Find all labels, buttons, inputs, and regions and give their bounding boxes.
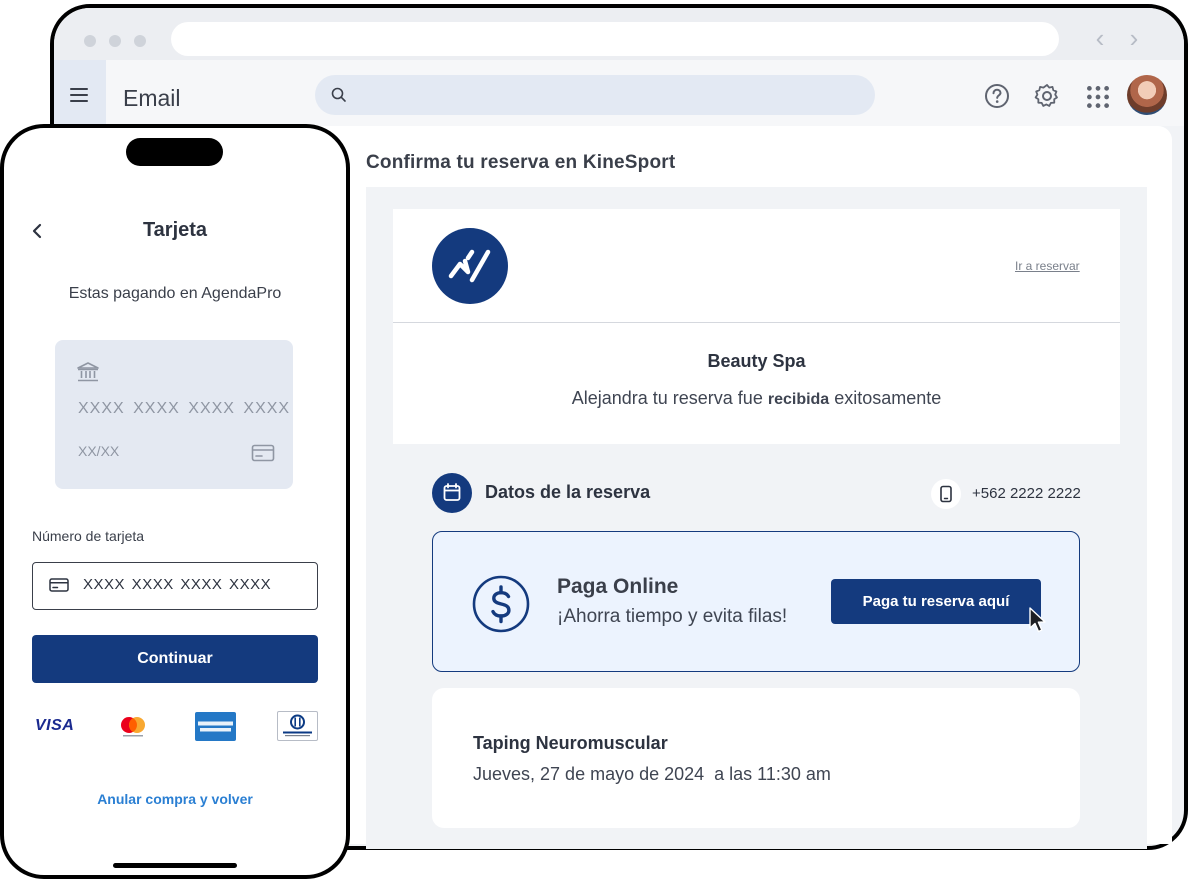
dollar-icon bbox=[472, 575, 530, 633]
back-nav-icon[interactable]: ‹ bbox=[1088, 24, 1112, 52]
phone-notch bbox=[126, 138, 223, 166]
cursor-icon bbox=[1029, 607, 1046, 633]
confirmation-prefix: Alejandra tu reserva fue bbox=[571, 388, 768, 408]
url-bar[interactable] bbox=[171, 22, 1059, 56]
confirmation-suffix: exitosamente bbox=[829, 388, 942, 408]
business-name: Beauty Spa bbox=[707, 351, 806, 371]
service-datetime: Jueves, 27 de mayo de 2024 a las 11:30 a… bbox=[473, 764, 831, 784]
kinesport-logo bbox=[432, 228, 508, 304]
visa-logo: VISA bbox=[35, 717, 75, 734]
card-number-mask: XXXX XXXX XXXX XXXX bbox=[78, 400, 291, 417]
phone-number: +562 2222 2222 bbox=[972, 485, 1081, 502]
amex-logo bbox=[195, 712, 236, 741]
pay-online-title: Paga Online bbox=[557, 575, 679, 598]
card-number-label: Número de tarjeta bbox=[32, 528, 145, 544]
avatar[interactable] bbox=[1127, 75, 1167, 115]
confirmation-bold: recibida bbox=[767, 391, 830, 408]
email-subject: Confirma tu reserva en KineSport bbox=[366, 152, 676, 173]
credit-card-icon bbox=[251, 444, 275, 462]
apps-grid-icon[interactable] bbox=[1084, 83, 1112, 111]
window-dot bbox=[109, 35, 121, 47]
section-title: Datos de la reserva bbox=[485, 482, 651, 502]
browser-chrome: ‹ › bbox=[54, 8, 1184, 68]
credit-card-icon bbox=[49, 578, 69, 592]
card-expiry-mask: XX/XX bbox=[78, 443, 120, 459]
phone-icon bbox=[931, 479, 961, 509]
card-number-value: XXXX XXXX XXXX XXXX bbox=[83, 576, 272, 593]
menu-icon[interactable] bbox=[70, 88, 88, 102]
search-input[interactable] bbox=[315, 75, 875, 115]
window-dot bbox=[84, 35, 96, 47]
calendar-icon bbox=[432, 473, 472, 513]
app-title: Email bbox=[123, 85, 181, 111]
pay-booking-button[interactable]: Paga tu reserva aquí bbox=[831, 579, 1041, 624]
paying-in-text: Estas pagando en AgendaPro bbox=[68, 285, 282, 302]
header-divider bbox=[393, 322, 1120, 323]
service-name: Taping Neuromuscular bbox=[473, 733, 668, 753]
search-icon bbox=[331, 87, 346, 102]
service-card bbox=[432, 688, 1080, 828]
forward-nav-icon[interactable]: › bbox=[1122, 24, 1146, 52]
bank-icon bbox=[77, 362, 99, 382]
help-icon[interactable] bbox=[983, 82, 1011, 110]
diners-club-logo bbox=[277, 711, 318, 741]
continue-button[interactable]: Continuar bbox=[32, 635, 318, 683]
cancel-purchase-link[interactable]: Anular compra y volver bbox=[0, 791, 350, 807]
window-dot bbox=[134, 35, 146, 47]
gear-icon[interactable] bbox=[1033, 82, 1061, 110]
pay-online-subtitle: ¡Ahorra tiempo y evita filas! bbox=[557, 606, 788, 627]
mastercard-logo bbox=[121, 717, 145, 737]
go-to-booking-link[interactable]: Ir a reservar bbox=[1015, 259, 1080, 273]
home-indicator bbox=[113, 863, 237, 868]
screen-title: Tarjeta bbox=[142, 219, 208, 241]
confirmation-message: Alejandra tu reserva fue recibida exitos… bbox=[393, 388, 1120, 409]
